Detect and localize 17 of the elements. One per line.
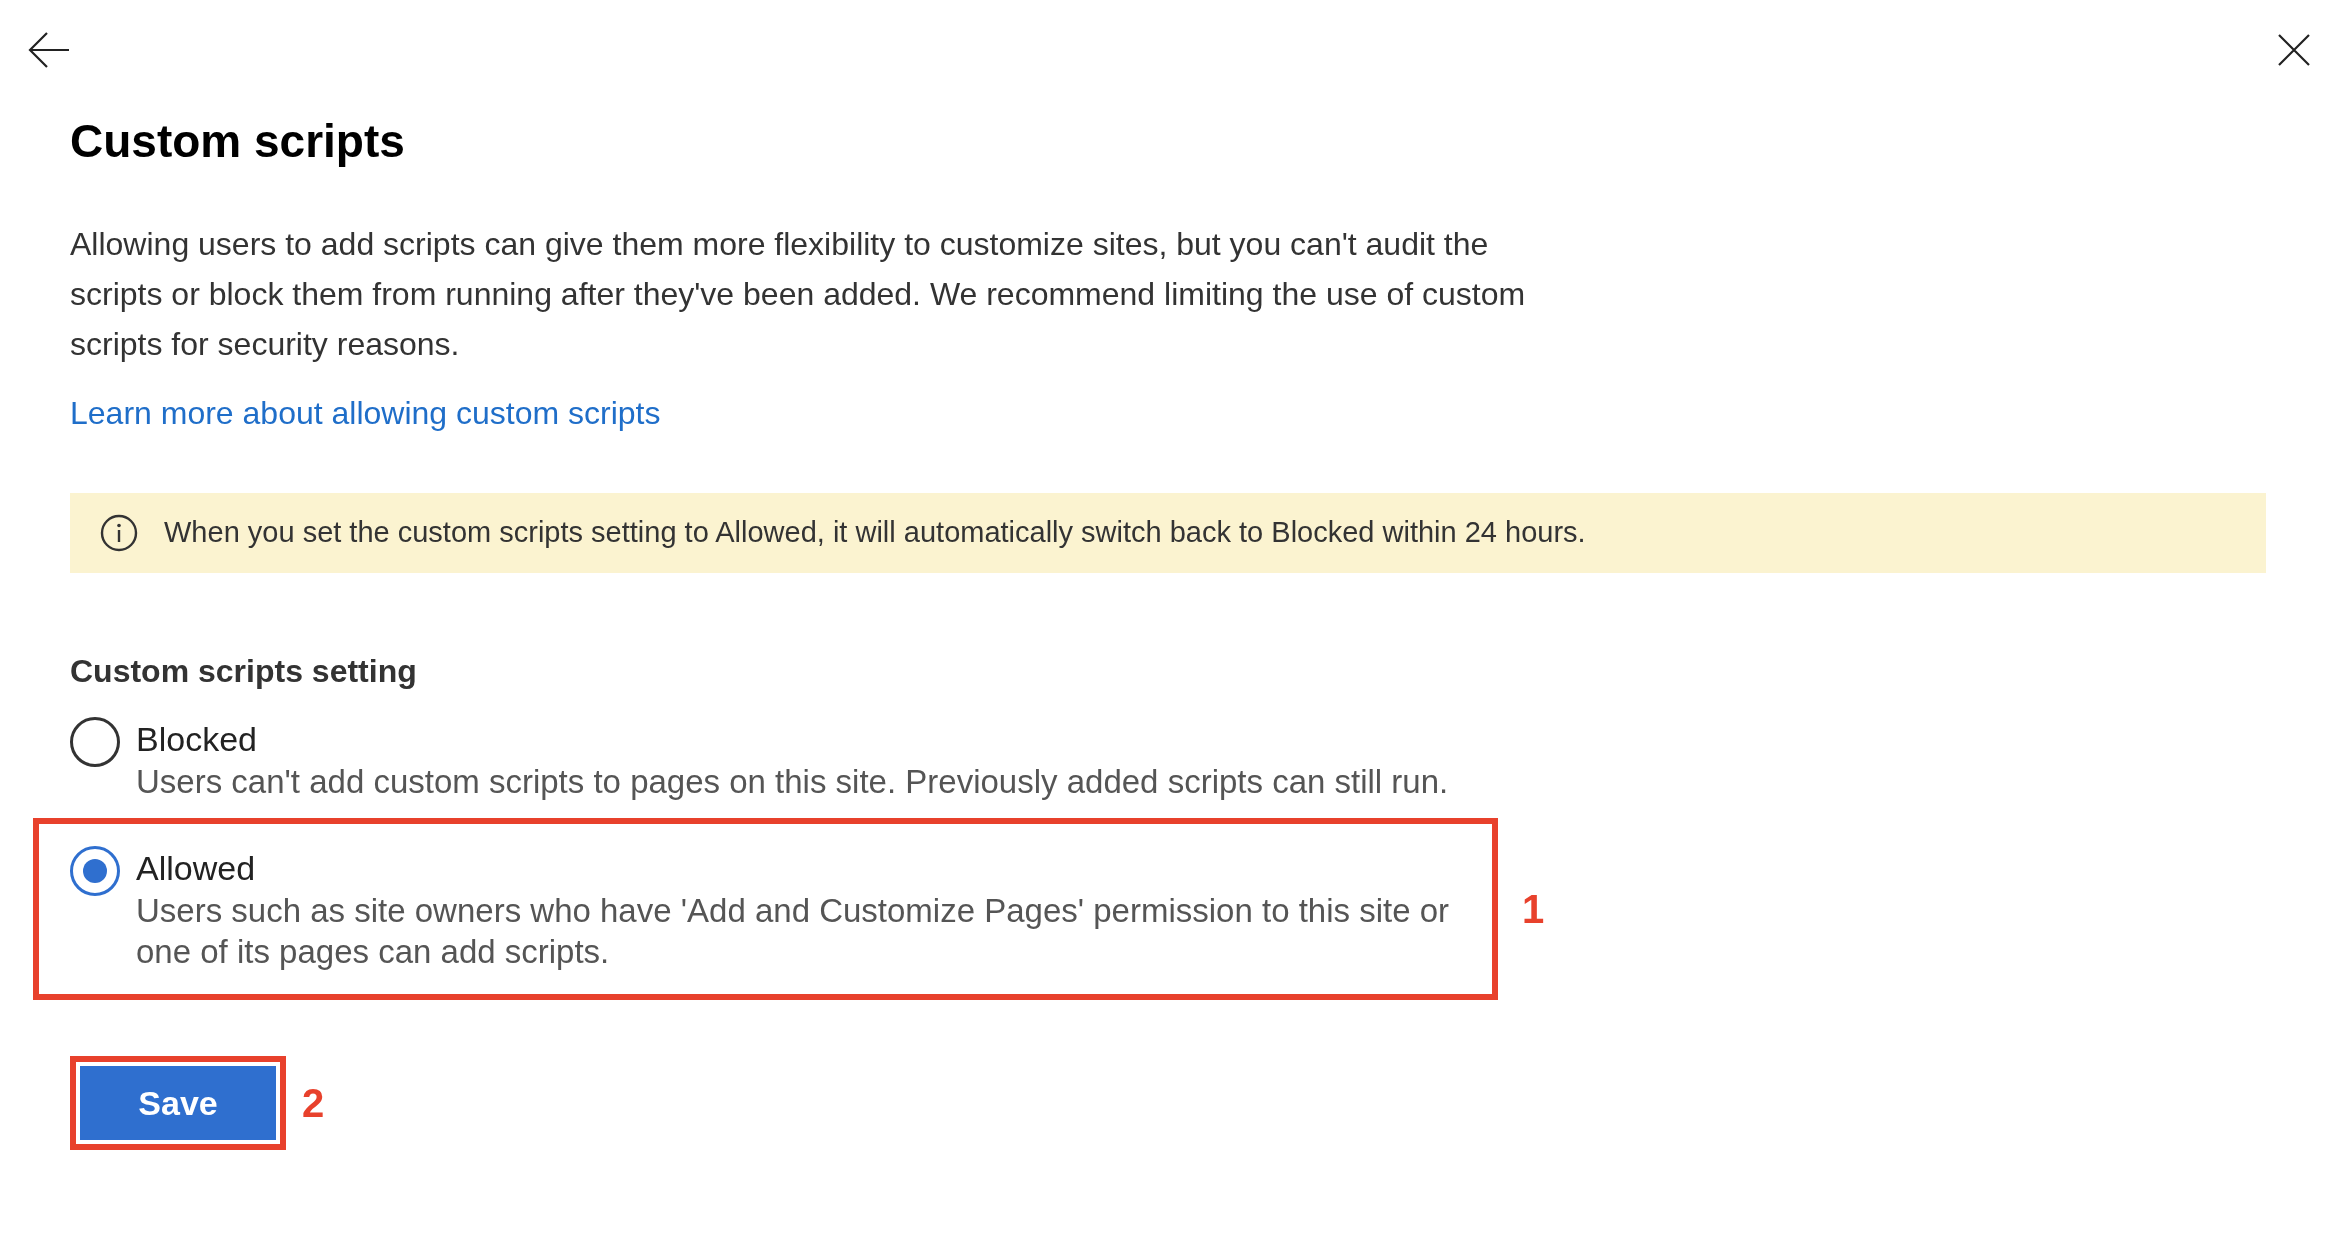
save-button[interactable]: Save: [80, 1066, 276, 1141]
option-label: Allowed: [136, 848, 257, 890]
option-label: Blocked: [136, 719, 258, 761]
annotation-number: 2: [302, 1080, 325, 1128]
info-icon: [100, 514, 138, 553]
learn-more-link[interactable]: Learn more about allowing custom scripts: [70, 395, 661, 432]
option-description: Users can't add custom scripts to pages on this site. Previously added scripts can still run.: [136, 762, 1449, 803]
back-arrow-icon[interactable]: [28, 32, 70, 68]
notice-text: When you set the custom scripts setting to Allowed, it will automatically switch back to Blocked within 24 hours.: [164, 515, 1586, 551]
radio-button[interactable]: [70, 846, 120, 897]
panel-title: Custom scripts: [70, 114, 406, 169]
description-text: Allowing users to add scripts can give them more flexibility to customize sites, but you can't audit the scripts or block them from running after they've been added. We recommend limiting the use of custom scripts for security reasons.: [70, 225, 1527, 365]
close-icon[interactable]: [2278, 34, 2310, 66]
annotation-number: 1: [1522, 886, 1545, 934]
radio-button[interactable]: [70, 717, 120, 768]
section-heading: Custom scripts setting: [70, 652, 418, 692]
option-description: Users such as site owners who have 'Add and Customize Pages' permission to this site or one of its pages can add scripts.: [136, 891, 1451, 973]
